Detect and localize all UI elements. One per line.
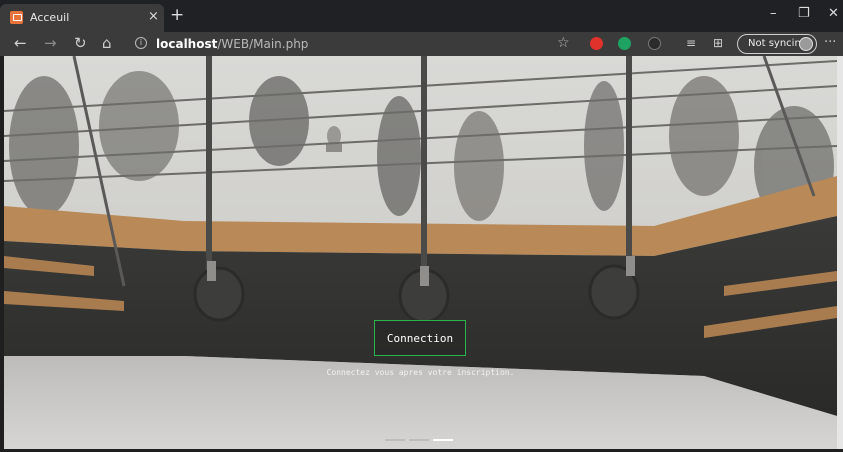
more-menu-icon[interactable]: ···	[824, 35, 836, 50]
address-url[interactable]: localhost/WEB/Main.php	[156, 34, 308, 54]
tab-title: Acceuil	[30, 11, 70, 24]
forward-button[interactable]: →	[44, 34, 57, 52]
page-favicon-icon	[10, 11, 23, 24]
address-bar[interactable]: i localhost/WEB/Main.php	[126, 34, 586, 54]
close-window-button[interactable]: ✕	[828, 6, 839, 21]
sync-button[interactable]: Not syncing	[737, 34, 817, 54]
carousel-indicator-3[interactable]	[433, 439, 453, 441]
minimize-button[interactable]: –	[770, 6, 777, 21]
url-path: /WEB/Main.php	[217, 37, 309, 51]
carousel-indicator-2[interactable]	[409, 439, 429, 441]
collections-icon[interactable]: ⊞	[713, 34, 723, 52]
tab-acceuil[interactable]: Acceuil ×	[0, 4, 164, 32]
refresh-button[interactable]: ↻	[74, 34, 87, 52]
url-host: localhost	[156, 37, 218, 51]
browser-toolbar: ← → ↻ ⌂ i localhost/WEB/Main.php ☆ ≡ ⊞ N…	[0, 32, 843, 56]
connection-button[interactable]: Connection	[374, 320, 466, 356]
back-button[interactable]: ←	[14, 34, 27, 52]
home-button[interactable]: ⌂	[102, 34, 112, 52]
grey-extension-icon[interactable]	[648, 37, 661, 50]
site-info-icon[interactable]: i	[135, 37, 147, 49]
favorite-star-icon[interactable]: ☆	[557, 35, 570, 51]
favorites-icon[interactable]: ≡	[686, 34, 696, 52]
restore-button[interactable]: ❐	[798, 6, 810, 21]
red-extension-icon[interactable]	[590, 37, 603, 50]
carousel-indicator-1[interactable]	[385, 439, 405, 441]
connection-subtitle: Connectez vous apres votre inscription.	[326, 368, 515, 377]
page-scrollbar[interactable]	[837, 56, 843, 449]
tab-close-icon[interactable]: ×	[148, 10, 159, 23]
tab-bar: Acceuil × + – ❐ ✕	[0, 0, 843, 32]
new-tab-button[interactable]: +	[170, 7, 184, 24]
profile-avatar-icon	[799, 37, 813, 51]
page-hero: Connection Connectez vous apres votre in…	[4, 56, 837, 449]
green-extension-icon[interactable]	[618, 37, 631, 50]
hero-background-image	[4, 56, 837, 449]
